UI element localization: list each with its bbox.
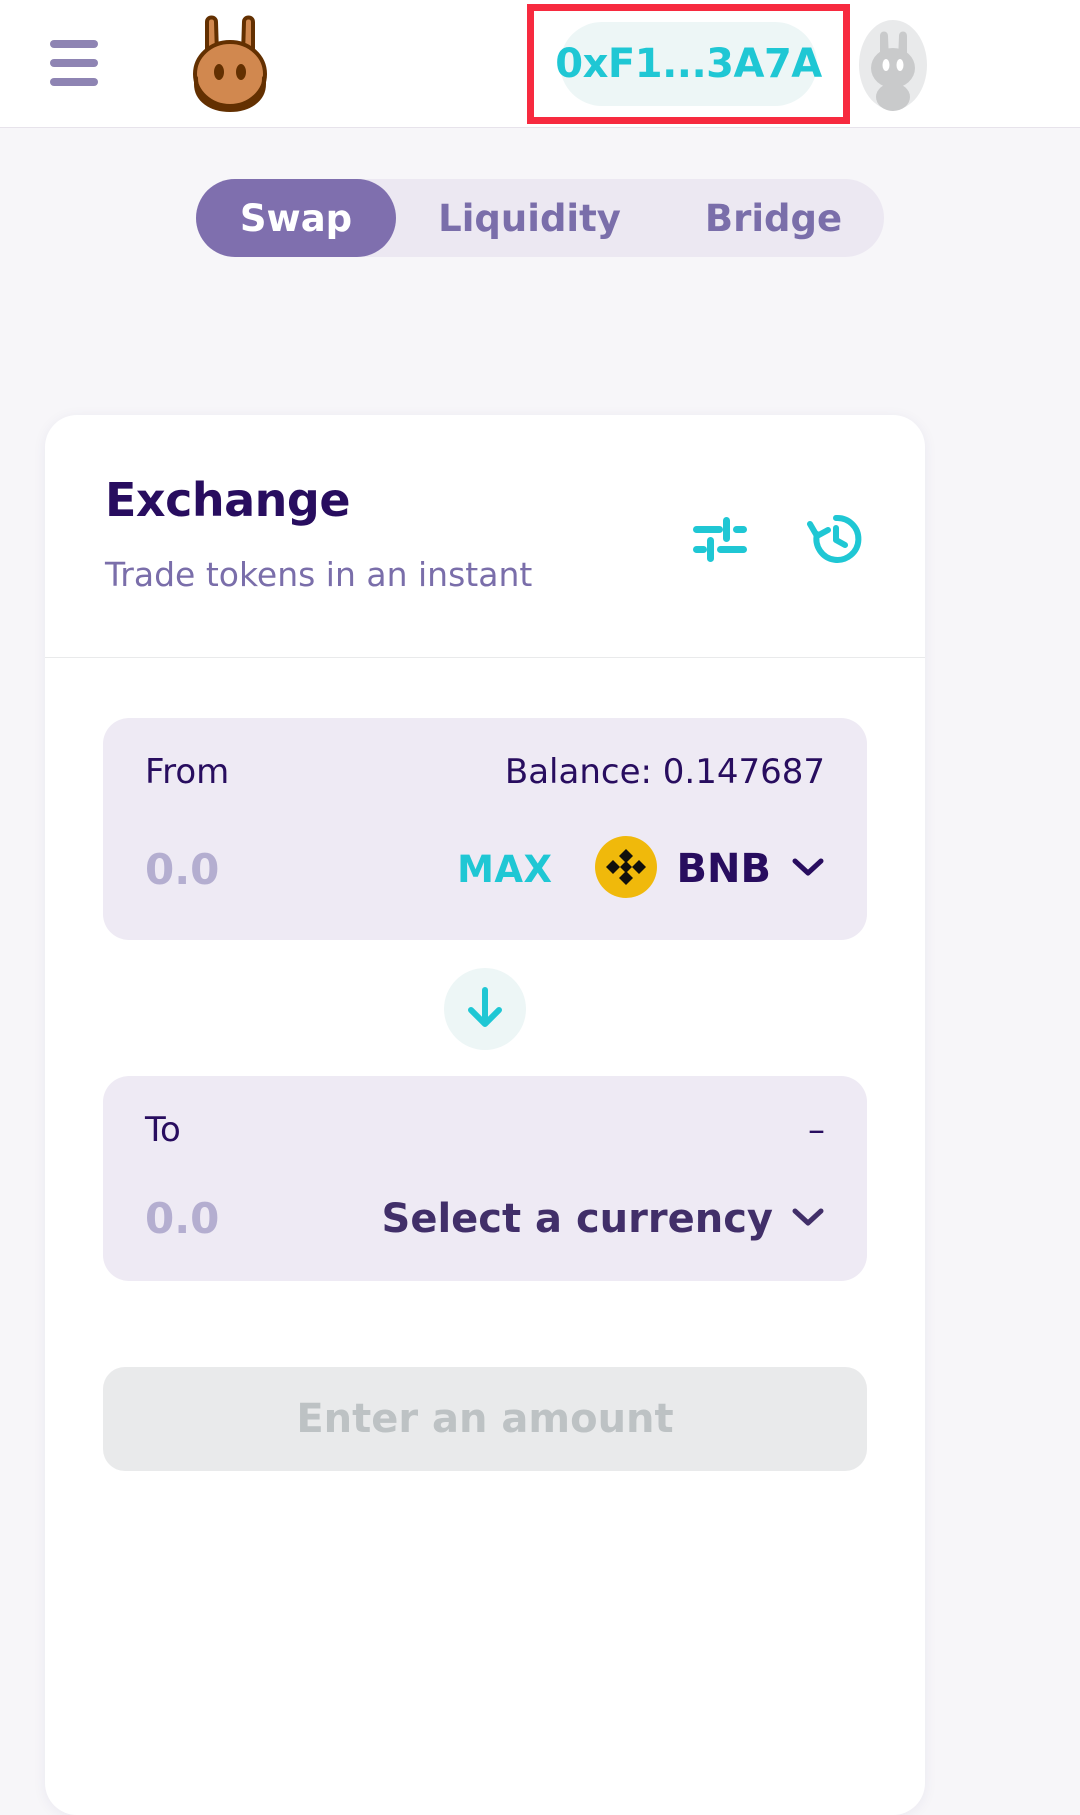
from-token-label: BNB xyxy=(676,846,771,892)
arrow-down-icon xyxy=(462,983,508,1035)
swap-direction-button[interactable] xyxy=(444,968,526,1050)
to-label: To xyxy=(145,1110,181,1150)
hamburger-menu-icon[interactable] xyxy=(50,40,98,86)
chevron-down-icon xyxy=(791,856,825,882)
to-balance: – xyxy=(808,1110,825,1150)
hamburger-bar xyxy=(50,78,98,86)
from-token-selector[interactable]: BNB xyxy=(594,836,825,902)
tab-liquidity-label: Liquidity xyxy=(438,196,621,240)
history-clock-icon[interactable] xyxy=(807,511,865,567)
tab-swap[interactable]: Swap xyxy=(195,179,397,257)
exchange-card: Exchange Trade tokens in an instant From… xyxy=(45,415,925,1815)
from-panel: From Balance: 0.147687 0.0 MAX BNB xyxy=(103,718,867,940)
wallet-address-label: 0xF1...3A7A xyxy=(555,41,822,87)
max-button[interactable]: MAX xyxy=(457,848,552,891)
hamburger-bar xyxy=(50,40,98,48)
to-currency-label: Select a currency xyxy=(381,1195,773,1242)
hamburger-bar xyxy=(50,59,98,67)
to-panel: To – 0.0 Select a currency xyxy=(103,1076,867,1281)
swap-direction-wrapper xyxy=(103,968,867,1050)
exchange-card-body: From Balance: 0.147687 0.0 MAX BNB To – … xyxy=(45,658,925,1281)
cta-wrapper: Enter an amount xyxy=(45,1281,925,1471)
app-header: 0xF1...3A7A xyxy=(0,0,1080,128)
from-amount-input[interactable]: 0.0 xyxy=(145,845,219,894)
nav-tabs: Swap Liquidity Bridge xyxy=(0,128,1080,308)
wallet-address-button[interactable]: 0xF1...3A7A xyxy=(555,22,822,106)
user-bunny-avatar[interactable] xyxy=(855,18,931,112)
tab-bridge[interactable]: Bridge xyxy=(663,179,884,257)
from-balance: Balance: 0.147687 xyxy=(504,752,825,792)
tab-bridge-label: Bridge xyxy=(704,196,843,240)
pancakeswap-bunny-logo[interactable] xyxy=(182,12,278,116)
to-currency-selector[interactable]: Select a currency xyxy=(382,1196,825,1242)
enter-amount-button[interactable]: Enter an amount xyxy=(103,1367,867,1471)
tab-swap-label: Swap xyxy=(239,196,353,240)
from-label: From xyxy=(145,752,230,792)
bnb-token-icon xyxy=(594,836,657,902)
tune-sliders-icon[interactable] xyxy=(691,512,749,566)
to-amount-input[interactable]: 0.0 xyxy=(145,1194,219,1243)
chevron-down-icon xyxy=(791,1206,825,1232)
exchange-card-header: Exchange Trade tokens in an instant xyxy=(45,415,925,657)
tab-liquidity[interactable]: Liquidity xyxy=(396,179,663,257)
